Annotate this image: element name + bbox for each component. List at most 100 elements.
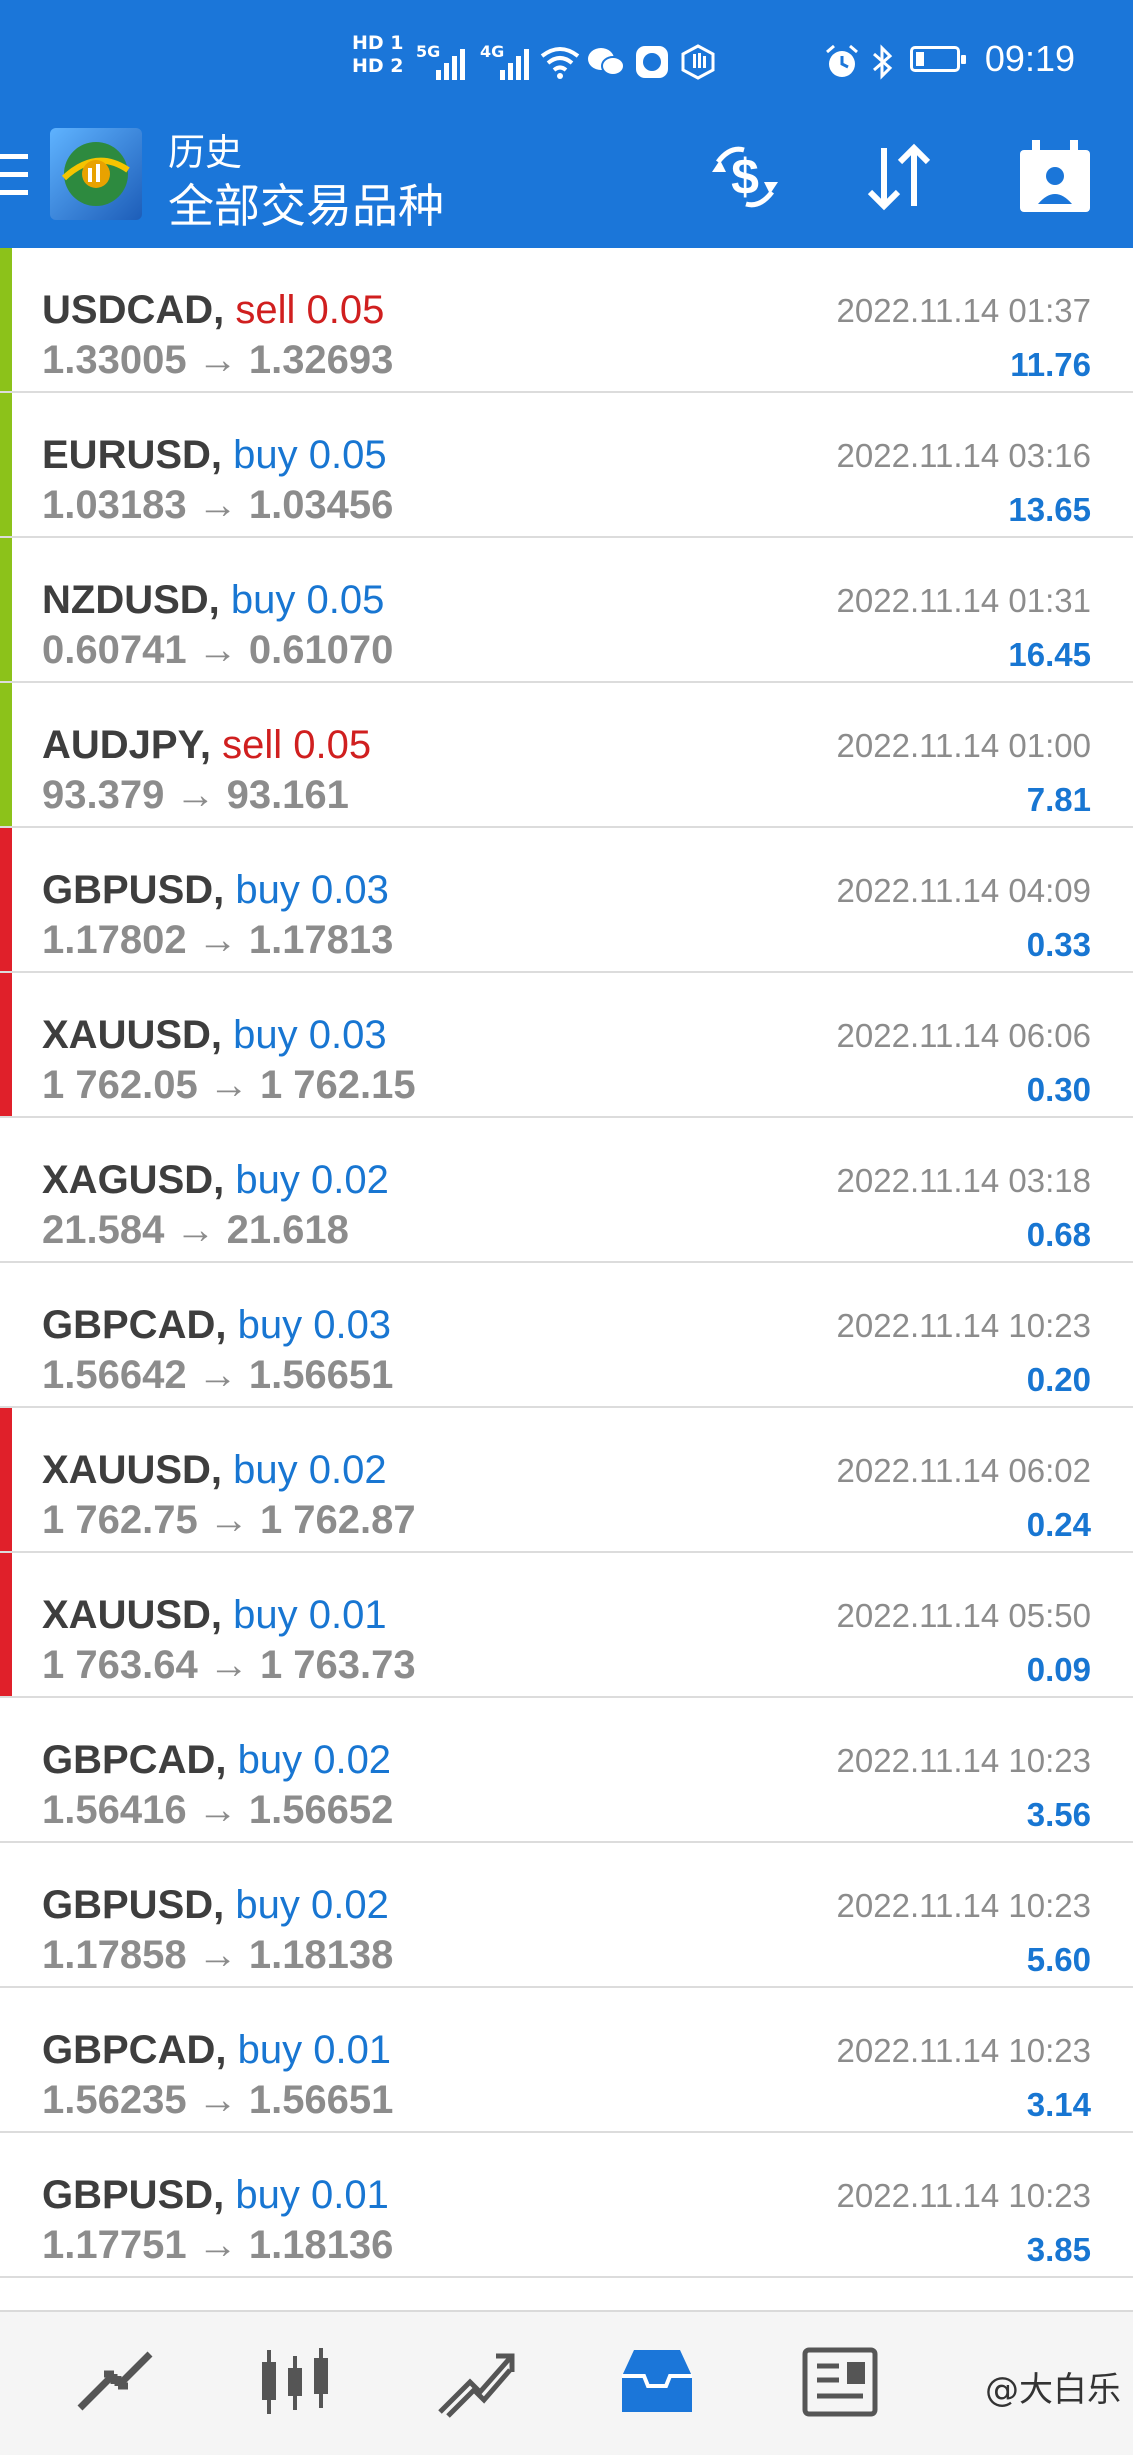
trade-symbol: XAUUSD, [42,1593,223,1637]
close-price: 1.17813 [248,918,394,962]
trade-side: buy [233,1013,298,1057]
close-price: 93.161 [226,773,349,817]
trade-symbol-line: XAUUSD, buy 0.01 [42,1593,387,1638]
trade-profit: 3.56 [1026,1796,1091,1833]
close-price: 1.56651 [248,2078,394,2122]
trade-symbol-line: NZDUSD, buy 0.05 [42,578,384,623]
trade-symbol-line: AUDJPY, sell 0.05 [42,723,371,768]
trade-row[interactable]: XAUUSD, buy 0.01 1 763.64 → 1 763.73 2022.… [0,1553,1133,1698]
menu-icon[interactable] [0,154,30,204]
clock: 09:19 [984,38,1075,79]
news-icon[interactable] [795,2342,885,2422]
arrow-icon: → [164,773,227,817]
trade-lot: 0.05 [306,578,385,622]
trade-side: buy [233,433,298,477]
arrow-icon: → [186,1788,249,1832]
trade-row[interactable]: GBPUSD, buy 0.03 1.17802 → 1.17813 2022.11… [0,828,1133,973]
trade-row[interactable]: USDCAD, sell 0.05 1.33005 → 1.32693 2022.1… [0,248,1133,393]
trade-row[interactable]: GBPCAD, buy 0.02 1.56416 → 1.56652 2022.11… [0,1698,1133,1843]
trade-symbol-line: XAUUSD, buy 0.03 [42,1013,387,1058]
trade-row[interactable]: XAGUSD, buy 0.02 21.584 → 21.618 2022.11.1… [0,1118,1133,1263]
open-price: 1 762.75 [42,1498,198,1542]
close-price: 1 762.15 [259,1063,416,1107]
arrow-icon: → [186,1933,249,1977]
status-bar: HD 1 HD 2 5G 4G 09:19 [0,0,1133,118]
open-price: 21.584 [42,1208,165,1252]
calendar-icon[interactable] [1010,132,1100,222]
trade-row[interactable]: AUDJPY, sell 0.05 93.379 → 93.161 2022.11.… [0,683,1133,828]
trade-symbol-line: GBPCAD, buy 0.02 [42,1738,391,1783]
trade-prices: 1.03183 → 1.03456 [42,483,393,528]
quotes-icon[interactable] [70,2342,160,2422]
close-price: 0.61070 [248,628,394,672]
trade-row[interactable]: GBPCAD, buy 0.01 1.56235 → 1.56651 2022.11… [0,1988,1133,2133]
open-price: 1.56642 [42,1353,187,1397]
trade-side: buy [235,868,300,912]
trade-profit: 0.24 [1026,1506,1091,1543]
trade-time: 2022.11.14 06:02 [836,1452,1091,1489]
trade-row[interactable]: GBPUSD, buy 0.01 1.17751 → 1.18136 2022.11… [0,2133,1133,2278]
trade-lot: 0.01 [311,2173,389,2217]
trade-profit: 13.65 [1008,491,1091,528]
close-price: 1.32693 [248,338,394,382]
arrow-icon: → [186,628,249,672]
trade-symbol: GBPCAD, [42,1738,227,1782]
trade-prices: 93.379 → 93.161 [42,773,349,818]
trade-row[interactable]: NZDUSD, buy 0.05 0.60741 → 0.61070 2022.11… [0,538,1133,683]
trade-prices: 1 762.05 → 1 762.15 [42,1063,416,1108]
trade-symbol-line: GBPUSD, buy 0.03 [42,868,389,913]
bottom-nav: @大白乐 [0,2310,1133,2455]
trade-icon[interactable] [430,2342,520,2422]
trade-prices: 21.584 → 21.618 [42,1208,349,1253]
trade-row[interactable]: XAUUSD, buy 0.03 1 762.05 → 1 762.15 2022.… [0,973,1133,1118]
wechat-icon [588,48,625,76]
open-price: 1 763.64 [42,1643,198,1687]
trade-profit: 0.20 [1026,1361,1091,1398]
watermark: @大白乐 [985,2370,1121,2410]
trade-lot: 0.03 [313,1303,392,1347]
trade-lot: 0.02 [311,1158,389,1202]
close-price: 1 763.73 [259,1643,416,1687]
history-icon[interactable] [612,2342,702,2422]
trade-symbol-line: USDCAD, sell 0.05 [42,288,384,333]
trade-row[interactable]: GBPCAD, buy 0.03 1.56642 → 1.56651 2022.11… [0,1263,1133,1408]
chart-candles-icon[interactable] [250,2342,340,2422]
sort-icon[interactable] [854,132,944,222]
trade-symbol: GBPCAD, [42,1303,227,1347]
symbol-filter[interactable]: 全部交易品种 [168,170,444,236]
arrow-icon: → [186,2223,249,2267]
trade-symbol: AUDJPY, [42,723,211,767]
trade-symbol: USDCAD, [42,288,225,332]
currency-filter-icon[interactable]: $ [700,132,790,222]
open-price: 1 762.05 [42,1063,198,1107]
trade-lot: 0.05 [306,288,385,332]
close-price: 1.18138 [248,1933,394,1977]
profit-indicator-bar [0,1408,12,1551]
arrow-icon: → [186,2078,249,2122]
trade-side: buy [233,1593,298,1637]
trade-symbol: GBPCAD, [42,2028,227,2072]
trade-profit: 7.81 [1026,781,1091,818]
wifi-icon [540,47,580,79]
arrow-icon: → [197,1643,260,1687]
trade-time: 2022.11.14 06:06 [836,1017,1091,1054]
bluetooth-icon [873,44,893,80]
trade-profit: 0.09 [1026,1651,1091,1688]
trade-row[interactable]: GBPUSD, buy 0.02 1.17858 → 1.18138 2022.11… [0,1843,1133,1988]
open-price: 1.33005 [42,338,187,382]
trade-time: 2022.11.14 03:18 [836,1162,1091,1199]
trade-prices: 1.17858 → 1.18138 [42,1933,393,1978]
trade-time: 2022.11.14 10:23 [836,1307,1091,1344]
profit-indicator-bar [0,248,12,391]
trade-prices: 0.60741 → 0.61070 [42,628,393,673]
close-price: 1.56651 [248,1353,394,1397]
trade-row[interactable]: XAUUSD, buy 0.02 1 762.75 → 1 762.87 2022.… [0,1408,1133,1553]
arrow-icon: → [186,1353,249,1397]
trade-symbol-line: XAGUSD, buy 0.02 [42,1158,389,1203]
trade-time: 2022.11.14 10:23 [836,1742,1091,1779]
open-price: 1.17858 [42,1933,187,1977]
open-price: 1.17751 [42,2223,187,2267]
arrow-icon: → [186,918,249,962]
trade-symbol-line: GBPUSD, buy 0.02 [42,1883,389,1928]
trade-row[interactable]: EURUSD, buy 0.05 1.03183 → 1.03456 2022.11… [0,393,1133,538]
